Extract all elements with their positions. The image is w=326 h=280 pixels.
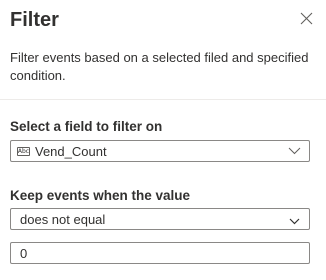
chevron-down-icon — [287, 145, 301, 157]
field-select-dropdown[interactable]: Abc Vend_Count — [10, 140, 310, 162]
chevron-down-icon — [287, 215, 301, 227]
filter-panel: Filter Filter events based on a selected… — [0, 0, 326, 280]
value-input-text: 0 — [20, 245, 28, 261]
condition-select-label: Keep events when the value — [10, 188, 191, 203]
panel-description: Filter events based on a selected filed … — [10, 50, 309, 83]
section-divider — [0, 99, 326, 100]
field-select-label: Select a field to filter on — [10, 119, 163, 134]
condition-select-value: does not equal — [20, 211, 106, 227]
close-button[interactable] — [296, 8, 316, 28]
close-icon — [300, 12, 312, 24]
panel-title: Filter — [10, 9, 59, 31]
condition-select-dropdown[interactable]: does not equal — [10, 208, 310, 230]
value-input[interactable]: 0 — [10, 242, 310, 264]
field-select-value: Vend_Count — [35, 143, 107, 159]
string-type-icon: Abc — [17, 146, 30, 156]
